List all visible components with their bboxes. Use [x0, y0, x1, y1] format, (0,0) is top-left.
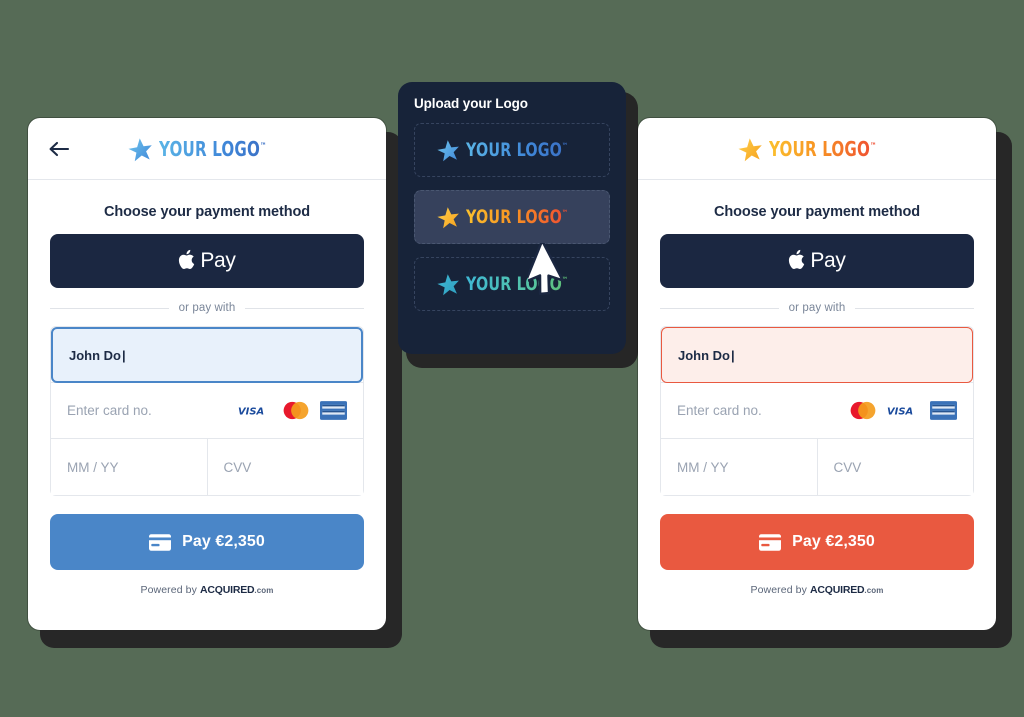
credit-card-icon	[759, 533, 782, 551]
powered-prefix: Powered by	[140, 584, 197, 596]
logo-option-tm: ™	[562, 208, 569, 218]
card-header: YOUR LOGO™	[28, 118, 386, 180]
card-number-placeholder: Enter card no.	[67, 403, 152, 418]
card-brand-icons: VISA	[848, 401, 957, 420]
svg-text:VISA: VISA	[887, 406, 913, 416]
payment-card-orange: YOUR LOGO™ Choose your payment method Pa…	[638, 118, 996, 630]
logo-text: YOUR LOGO	[159, 136, 261, 161]
cardholder-name-value: John Do	[69, 347, 121, 363]
logo-option-text: YOUR LOGO	[466, 205, 563, 228]
card-number-input[interactable]: Enter card no. VISA	[661, 382, 973, 438]
card-body: Choose your payment method Pay or pay wi…	[638, 180, 996, 630]
star-icon	[437, 207, 460, 229]
logo-option-blue[interactable]: YOUR LOGO™	[414, 123, 610, 177]
card-form: John Do | Enter card no. VISA MM / YY CV…	[50, 326, 364, 496]
powered-suffix: .com	[864, 586, 884, 595]
upload-panel-title: Upload your Logo	[414, 96, 528, 111]
logo-option-warm[interactable]: YOUR LOGO™	[414, 190, 610, 244]
expiry-input[interactable]: MM / YY	[51, 439, 207, 495]
divider: or pay with	[50, 302, 364, 314]
payment-card-blue: YOUR LOGO™ Choose your payment method Pa…	[28, 118, 386, 630]
star-icon	[128, 137, 152, 161]
logo-tm: ™	[870, 139, 877, 150]
logo-text: YOUR LOGO	[769, 136, 871, 161]
amex-icon	[320, 401, 347, 420]
apple-pay-button[interactable]: Pay	[660, 234, 974, 288]
pay-button[interactable]: Pay €2,350	[660, 514, 974, 570]
card-brand-icons: VISA	[238, 401, 347, 420]
logo-option-text: YOUR LOGO	[466, 138, 563, 161]
logo-option-tm: ™	[562, 141, 569, 151]
powered-by-footer: Powered by ACQUIRED.com	[50, 570, 364, 610]
card-header: YOUR LOGO™	[638, 118, 996, 180]
header-logo: YOUR LOGO™	[638, 136, 996, 162]
expiry-input[interactable]: MM / YY	[661, 439, 817, 495]
cvv-input[interactable]: CVV	[816, 439, 973, 495]
powered-brand: ACQUIRED	[810, 584, 865, 596]
powered-prefix: Powered by	[750, 584, 807, 596]
visa-icon: VISA	[238, 406, 264, 416]
cardholder-name-input[interactable]: John Do |	[51, 327, 363, 383]
cardholder-name-value: John Do	[678, 347, 730, 363]
page-title: Choose your payment method	[103, 204, 311, 220]
card-form: John Do | Enter card no. VISA MM / YY CV…	[660, 326, 974, 496]
back-arrow-icon[interactable]	[46, 136, 72, 162]
credit-card-icon	[149, 533, 172, 551]
svg-text:VISA: VISA	[238, 406, 264, 416]
expiry-cvv-row: MM / YY CVV	[661, 438, 973, 495]
logo-option-teal[interactable]: YOUR LOGO™	[414, 257, 610, 311]
pay-button-label: Pay €2,350	[182, 533, 265, 550]
upload-logo-panel: Upload your Logo YOUR LOGO™ YOUR LOGO™ Y…	[398, 82, 626, 354]
card-number-input[interactable]: Enter card no. VISA	[51, 382, 363, 438]
powered-by-footer: Powered by ACQUIRED.com	[660, 570, 974, 610]
expiry-cvv-row: MM / YY CVV	[51, 438, 363, 495]
cardholder-name-input[interactable]: John Do |	[661, 327, 973, 383]
star-icon	[437, 274, 460, 296]
page-title: Choose your payment method	[713, 204, 921, 220]
pay-button-label: Pay €2,350	[792, 533, 875, 550]
card-number-placeholder: Enter card no.	[677, 403, 762, 418]
apple-pay-label: Pay	[810, 249, 846, 272]
divider-label: or pay with	[788, 302, 846, 314]
apple-logo-icon	[178, 249, 195, 274]
card-body: Choose your payment method Pay or pay wi…	[28, 180, 386, 630]
pay-button[interactable]: Pay €2,350	[50, 514, 364, 570]
apple-pay-button[interactable]: Pay	[50, 234, 364, 288]
amex-icon	[930, 401, 957, 420]
divider: or pay with	[660, 302, 974, 314]
divider-label: or pay with	[178, 302, 236, 314]
apple-logo-icon	[788, 249, 805, 274]
apple-pay-label: Pay	[200, 249, 236, 272]
visa-icon: VISA	[887, 406, 913, 416]
logo-tm: ™	[260, 139, 267, 150]
mastercard-icon	[850, 401, 876, 420]
header-logo: YOUR LOGO™	[28, 136, 386, 162]
star-icon	[437, 140, 460, 162]
powered-brand: ACQUIRED	[200, 584, 255, 596]
star-icon	[738, 137, 762, 161]
powered-suffix: .com	[254, 586, 274, 595]
mastercard-icon	[283, 401, 309, 420]
logo-option-tm: ™	[562, 275, 569, 285]
logo-option-text: YOUR LOGO	[466, 272, 563, 295]
cvv-input[interactable]: CVV	[206, 439, 363, 495]
